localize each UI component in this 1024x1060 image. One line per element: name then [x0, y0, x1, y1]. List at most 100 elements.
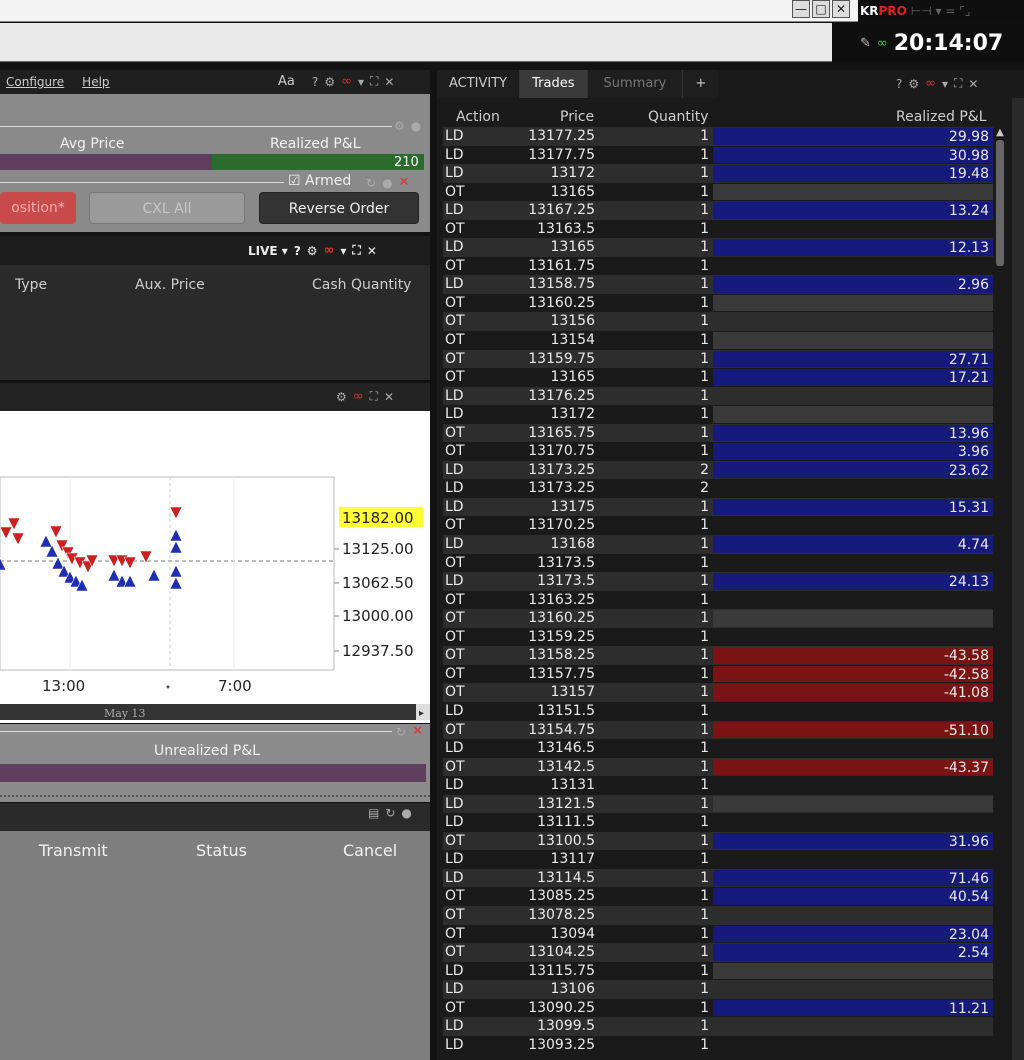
refresh-icon[interactable]: ↻	[385, 806, 395, 820]
expand-icon[interactable]: ⛶	[954, 76, 962, 91]
table-row[interactable]: OT 13158.25 1 -43.58	[443, 646, 993, 665]
table-row[interactable]: OT 13156 1	[443, 312, 993, 332]
table-row[interactable]: LD 13177.75 1 30.98	[443, 145, 993, 165]
table-row[interactable]: LD 13172 1 19.48	[443, 164, 993, 183]
table-row[interactable]: OT 13094 1 23.04	[443, 924, 993, 944]
chevron-down-icon[interactable]: ▾	[340, 244, 346, 258]
gear-icon[interactable]: ⚙	[908, 77, 919, 91]
table-row[interactable]: LD 13151.5 1	[443, 701, 993, 721]
chevron-down-icon[interactable]: ▾	[942, 77, 948, 91]
help-icon[interactable]: ?	[312, 75, 318, 89]
table-row[interactable]: LD 13173.5 1 24.13	[443, 572, 993, 591]
table-row[interactable]: LD 13121.5 1	[443, 794, 993, 814]
maximize-button[interactable]: □	[812, 0, 830, 18]
splitter[interactable]	[0, 795, 430, 799]
table-row[interactable]: LD 13106 1	[443, 980, 993, 999]
table-row[interactable]: LD 13165 1 12.13	[443, 238, 993, 257]
cxl-all-button[interactable]: CXL All	[89, 192, 245, 224]
font-size-button[interactable]: Aa	[278, 74, 295, 89]
table-row[interactable]: LD 13111.5 1	[443, 813, 993, 832]
link-chain-icon[interactable]: ∞	[925, 76, 936, 91]
close-icon[interactable]: ✕	[384, 390, 394, 404]
table-row[interactable]: OT 13078.25 1	[443, 905, 993, 925]
link-chain-icon[interactable]: ∞	[341, 74, 352, 89]
col-price[interactable]: Price	[560, 109, 594, 125]
table-row[interactable]: OT 13163.5 1	[443, 219, 993, 239]
table-row[interactable]: LD 13173.25 2	[443, 479, 993, 498]
col-realized-pnl[interactable]: Realized P&L	[896, 109, 987, 125]
close-icon[interactable]: ✕	[399, 175, 410, 190]
table-row[interactable]: LD 13173.25 2 23.62	[443, 460, 993, 480]
link-chain-icon[interactable]: ∞	[353, 389, 364, 404]
table-row[interactable]: LD 13114.5 1 71.46	[443, 868, 993, 888]
table-row[interactable]: OT 13159.25 1	[443, 627, 993, 647]
table-row[interactable]: OT 13170.25 1	[443, 516, 993, 536]
table-row[interactable]: LD 13099.5 1	[443, 1017, 993, 1036]
col-action[interactable]: Action	[456, 109, 500, 125]
table-row[interactable]: LD 13115.75 1	[443, 961, 993, 981]
table-row[interactable]: OT 13157.75 1 -42.58	[443, 664, 993, 684]
col-status[interactable]: Status	[196, 841, 247, 860]
gear-icon[interactable]: ⚙	[336, 390, 347, 404]
gear-icon[interactable]: ⚙	[307, 244, 318, 258]
table-row[interactable]: OT 13154 1	[443, 331, 993, 350]
refresh-icon[interactable]: ↻	[396, 725, 406, 739]
time-scrollbar[interactable]	[0, 704, 416, 720]
table-row[interactable]: OT 13100.5 1 31.96	[443, 831, 993, 851]
table-row[interactable]: LD 13172 1	[443, 405, 993, 424]
live-mode-dropdown[interactable]: LIVE ▾	[248, 244, 288, 258]
menu-configure[interactable]: Configure	[6, 75, 64, 89]
table-row[interactable]: OT 13085.25 1 40.54	[443, 887, 993, 906]
table-row[interactable]: LD 13168 1 4.74	[443, 535, 993, 554]
table-row[interactable]: LD 13093.25 1	[443, 1035, 993, 1055]
help-icon[interactable]: ?	[896, 77, 902, 91]
table-row[interactable]: OT 13142.5 1 -43.37	[443, 757, 993, 777]
table-row[interactable]: LD 13117 1	[443, 850, 993, 869]
table-row[interactable]: LD 13158.75 1 2.96	[443, 275, 993, 294]
col-aux-price[interactable]: Aux. Price	[135, 277, 205, 293]
note-icon[interactable]: ✎	[860, 36, 871, 51]
table-row[interactable]: LD 13177.25 1 29.98	[443, 127, 993, 146]
refresh-icon[interactable]: ↻	[366, 176, 376, 190]
expand-icon[interactable]: ⛶	[370, 389, 378, 404]
reverse-order-button[interactable]: Reverse Order	[259, 192, 419, 224]
col-quantity[interactable]: Quantity	[648, 109, 709, 125]
close-icon[interactable]: ✕	[367, 244, 377, 258]
info-icon[interactable]: ●	[401, 806, 411, 820]
close-icon[interactable]: ✕	[412, 724, 423, 739]
gear-icon[interactable]: ⚙	[324, 75, 335, 89]
table-row[interactable]: OT 13104.25 1 2.54	[443, 943, 993, 962]
document-icon[interactable]: ▤	[368, 806, 379, 820]
table-row[interactable]: LD 13175 1 15.31	[443, 497, 993, 517]
table-row[interactable]: LD 13167.25 1 13.24	[443, 201, 993, 220]
table-row[interactable]: OT 13163.25 1	[443, 590, 993, 610]
col-transmit[interactable]: Transmit	[39, 841, 108, 860]
info-icon[interactable]: ●	[382, 176, 392, 190]
link-chain-icon[interactable]: ∞	[324, 243, 335, 258]
settings-icon[interactable]: ⚙	[394, 119, 405, 133]
table-row[interactable]: LD 13176.25 1	[443, 386, 993, 406]
table-row[interactable]: OT 13154.75 1 -51.10	[443, 720, 993, 740]
chevron-down-icon[interactable]: ▾	[358, 75, 364, 89]
link-icon[interactable]: ∞	[877, 36, 888, 51]
scroll-up-arrow[interactable]: ▲	[994, 127, 1006, 139]
table-row[interactable]: LD 13131 1	[443, 776, 993, 795]
table-row[interactable]: OT 13161.75 1	[443, 256, 993, 276]
tab-activity[interactable]: ACTIVITY	[437, 70, 521, 98]
col-type[interactable]: Type	[15, 277, 47, 293]
help-icon[interactable]: ?	[294, 244, 301, 258]
table-row[interactable]: OT 13165 1 17.21	[443, 368, 993, 387]
close-icon[interactable]: ✕	[968, 77, 978, 91]
table-row[interactable]: OT 13090.25 1 11.21	[443, 998, 993, 1018]
table-row[interactable]: OT 13157 1 -41.08	[443, 683, 993, 702]
table-row[interactable]: OT 13170.75 1 3.96	[443, 442, 993, 461]
info-icon[interactable]: ●	[411, 119, 421, 133]
add-tab-button[interactable]: +	[683, 70, 719, 98]
brand-controls[interactable]: ⊢⊣ ▾ = ⌜⌟	[911, 4, 971, 18]
table-row[interactable]: LD 13146.5 1	[443, 739, 993, 758]
tab-trades[interactable]: Trades	[520, 70, 588, 98]
table-row[interactable]: OT 13165.75 1 13.96	[443, 423, 993, 443]
price-chart[interactable]: 13125.00 13062.50 13000.00 12937.50 13182.0…	[0, 411, 430, 723]
armed-toggle[interactable]: ☑ Armed	[288, 173, 351, 189]
trades-scrollbar[interactable]	[995, 127, 1005, 1060]
